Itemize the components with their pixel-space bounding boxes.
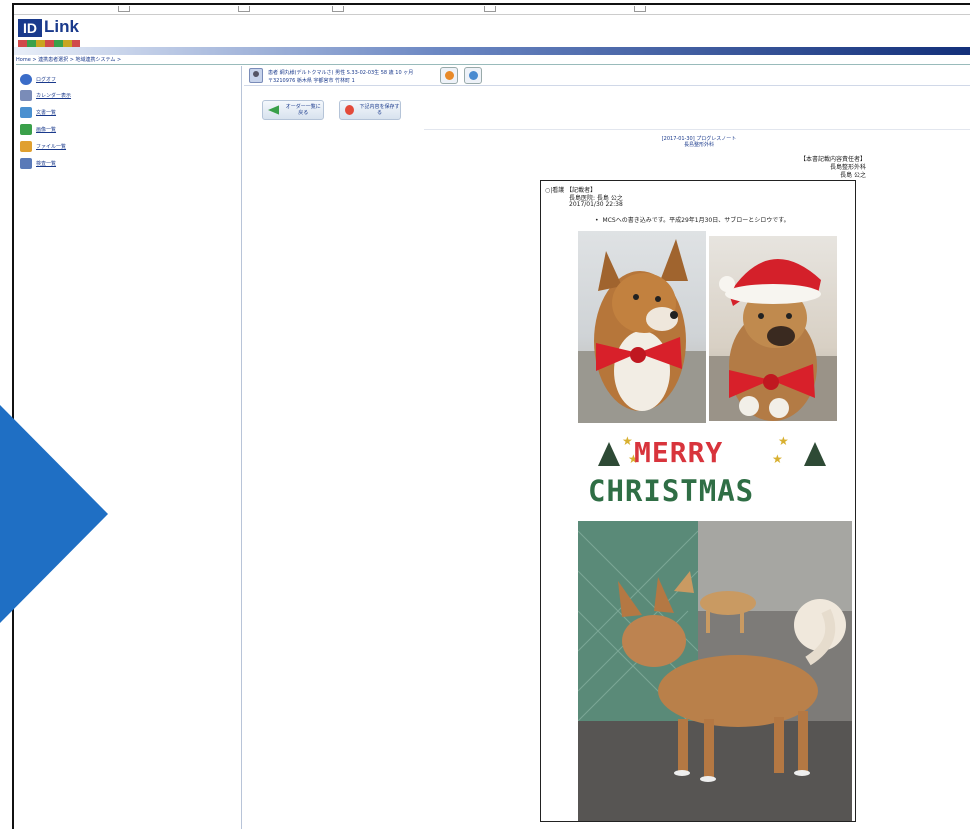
image-icon bbox=[20, 124, 32, 135]
sidebar-item-label: 検査一覧 bbox=[36, 161, 57, 167]
toolbar-tab-marker bbox=[634, 6, 646, 12]
patient-avatar-icon[interactable] bbox=[249, 68, 263, 83]
sidebar-item-label: カレンダー表示 bbox=[36, 93, 72, 99]
dogs-yard-illustration bbox=[578, 521, 852, 821]
tree-icon bbox=[598, 442, 620, 466]
settings-icon bbox=[445, 71, 454, 80]
toolbar-tab-marker bbox=[484, 6, 496, 12]
christmas-text: CHRISTMAS bbox=[588, 474, 755, 508]
sidebar-item-calendar[interactable]: カレンダー表示 bbox=[20, 90, 71, 101]
folder-icon bbox=[20, 141, 32, 152]
patient-action-button-2[interactable] bbox=[464, 67, 482, 84]
dog-photo-2 bbox=[709, 236, 837, 421]
app-window: ID Link Home > 連携患者選択 > 地域連携システム > ログオフ … bbox=[12, 3, 970, 829]
dog-santa-illustration bbox=[709, 259, 837, 421]
content-divider bbox=[424, 129, 970, 130]
toolbar-tab-marker bbox=[238, 6, 250, 12]
print-icon bbox=[469, 71, 478, 80]
responsible-block: 【本書記載内容責任者】 長島整形外科 長島 公之 bbox=[800, 156, 866, 180]
merry-text: MERRY bbox=[634, 436, 724, 469]
merry-christmas-banner: ★ ★ ★ ★ MERRY CHRISTMAS bbox=[578, 434, 852, 516]
star-icon: ★ bbox=[622, 434, 633, 448]
back-arrow-icon bbox=[268, 105, 279, 115]
save-content-button[interactable]: 下記内容を保存する bbox=[339, 100, 401, 120]
sidebar-item-files[interactable]: ファイル一覧 bbox=[20, 141, 66, 152]
dog-photo-3 bbox=[578, 521, 852, 821]
responsible-name: 長島 公之 bbox=[840, 172, 866, 179]
patient-header: 患者 綱丸様(デルトクマルさ) 男性 S.33-02-03生 58 歳 10 ヶ… bbox=[244, 66, 970, 86]
back-button-label: オーダー一覧に戻る bbox=[285, 104, 321, 116]
lab-icon bbox=[20, 158, 32, 169]
star-icon: ★ bbox=[778, 434, 789, 448]
sidebar-item-logoff[interactable]: ログオフ bbox=[20, 74, 56, 85]
save-button-label: 下記内容を保存する bbox=[359, 104, 400, 116]
sidebar-item-label: ログオフ bbox=[36, 77, 57, 83]
report-title-line2: 長島整形外科 bbox=[683, 142, 714, 148]
toolbar-tab-marker bbox=[118, 6, 130, 12]
document-icon bbox=[20, 107, 32, 118]
responsible-label: 【本書記載内容責任者】 bbox=[799, 156, 866, 163]
note-body: MCSへの書き込みです。平成29年1月30日、サブローとシロウです。 bbox=[595, 215, 790, 224]
back-to-orders-button[interactable]: オーダー一覧に戻る bbox=[262, 100, 324, 120]
sidebar-item-images[interactable]: 画像一覧 bbox=[20, 124, 56, 135]
sidebar-item-lab[interactable]: 検査一覧 bbox=[20, 158, 56, 169]
top-toolbar bbox=[14, 5, 970, 15]
logout-icon bbox=[20, 74, 32, 85]
responsible-dept: 長島整形外科 bbox=[829, 164, 866, 171]
sidebar-item-label: 画像一覧 bbox=[36, 127, 57, 133]
logo-mark: ID bbox=[18, 19, 42, 37]
dog-illustration bbox=[578, 239, 706, 423]
sidebar-item-label: 文書一覧 bbox=[36, 110, 57, 116]
patient-action-button-1[interactable] bbox=[440, 67, 458, 84]
patient-info-line2: 〒3210976 栃木県 宇都宮市 竹林町 1 bbox=[268, 78, 355, 84]
header-band bbox=[14, 47, 970, 55]
progress-note: ○|看護 【記載者】 長島医院: 長島 公之 2017/01/30 22:38 … bbox=[540, 180, 856, 822]
toolbar-tab-marker bbox=[332, 6, 344, 12]
logo-text: Link bbox=[44, 17, 79, 36]
report-title: [2017-01-30] プログレスノート 長島整形外科 bbox=[624, 136, 774, 148]
star-icon: ★ bbox=[772, 452, 783, 466]
chevron-right-icon bbox=[0, 405, 108, 623]
sidebar-item-label: ファイル一覧 bbox=[36, 144, 67, 150]
sidebar-item-documents[interactable]: 文書一覧 bbox=[20, 107, 56, 118]
patient-info-line1: 患者 綱丸様(デルトクマルさ) 男性 S.33-02-03生 58 歳 10 ヶ… bbox=[268, 70, 414, 76]
note-datetime: 2017/01/30 22:38 bbox=[569, 201, 623, 208]
dog-photo-1 bbox=[578, 231, 706, 423]
breadcrumb: Home > 連携患者選択 > 地域連携システム > bbox=[16, 56, 970, 65]
save-icon bbox=[345, 105, 355, 115]
calendar-icon bbox=[20, 90, 32, 101]
tree-icon bbox=[804, 442, 826, 466]
